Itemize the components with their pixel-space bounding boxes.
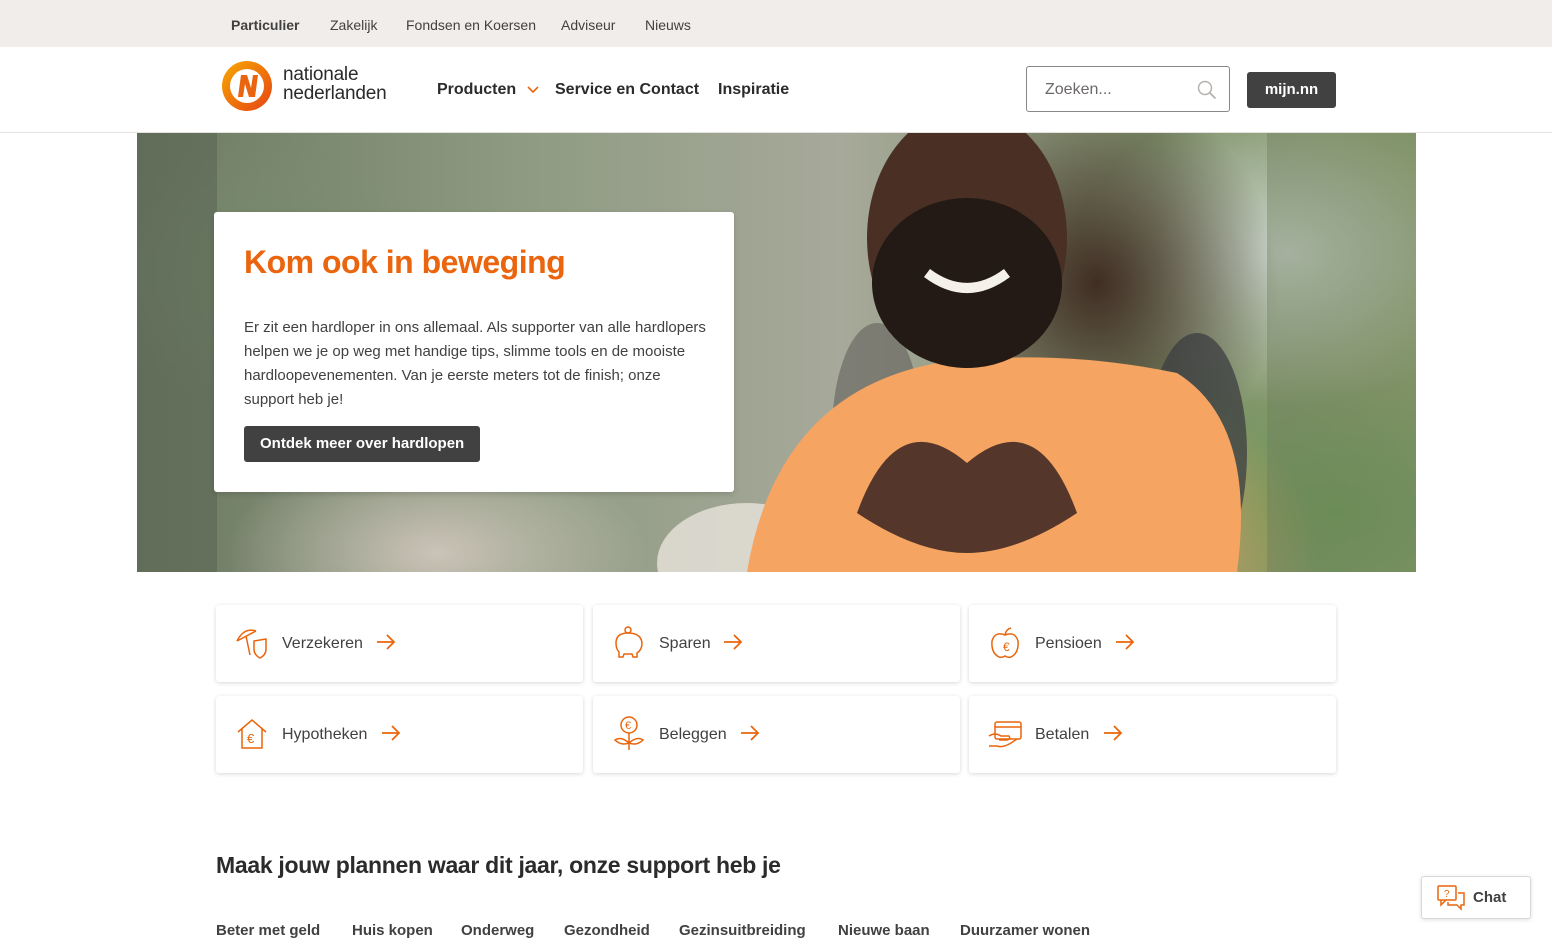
arrow-right-icon	[377, 634, 396, 650]
arrow-right-icon	[1116, 634, 1135, 650]
hero-cta-button[interactable]: Ontdek meer over hardlopen	[244, 426, 481, 462]
svg-text:€: €	[625, 720, 631, 732]
search-box	[1026, 66, 1230, 112]
tile-verzekeren[interactable]: Verzekeren	[216, 605, 583, 682]
category-tab-gezondheid[interactable]: Gezondheid	[564, 921, 650, 941]
category-tab-duurzamer-wonen[interactable]: Duurzamer wonen	[960, 921, 1090, 941]
house-euro-icon: €	[237, 719, 267, 749]
search-input[interactable]	[1043, 79, 1197, 101]
topnav-particulier[interactable]: Particulier	[231, 15, 299, 35]
tile-betalen[interactable]: Betalen	[969, 696, 1336, 773]
logo-wordmark: nationale nederlanden	[283, 64, 387, 104]
arrow-right-icon	[382, 725, 401, 741]
tile-label: Beleggen	[659, 726, 727, 743]
category-tab-nieuwe-baan[interactable]: Nieuwe baan	[838, 921, 930, 941]
hero-title: Kom ook in beweging	[244, 244, 566, 280]
tile-label: Hypotheken	[282, 726, 368, 743]
arrow-right-icon	[724, 634, 743, 650]
svg-text:€: €	[1003, 640, 1010, 654]
arrow-right-icon	[1104, 725, 1123, 741]
chat-label: Chat	[1473, 889, 1507, 906]
tile-label: Betalen	[1035, 726, 1090, 743]
svg-text:€: €	[247, 731, 255, 746]
nav-inspiratie[interactable]: Inspiratie	[718, 80, 789, 100]
category-tab-huis-kopen[interactable]: Huis kopen	[352, 921, 433, 941]
piggy-bank-icon	[615, 626, 643, 658]
category-tab-gezinsuitbreiding[interactable]: Gezinsuitbreiding	[679, 921, 806, 941]
topnav-adviseur[interactable]: Adviseur	[561, 15, 615, 35]
tile-pensioen[interactable]: € Pensioen	[969, 605, 1336, 682]
topnav-fondsen-en-koersen[interactable]: Fondsen en Koersen	[406, 15, 536, 35]
logo-line-2: nederlanden	[283, 83, 387, 104]
mijn-nn-button[interactable]: mijn.nn	[1247, 72, 1336, 108]
search-icon[interactable]	[1197, 80, 1217, 100]
logo[interactable]: nationale nederlanden	[221, 59, 401, 115]
topnav-zakelijk[interactable]: Zakelijk	[330, 15, 377, 35]
umbrella-shield-icon	[236, 629, 267, 659]
euro-plant-icon: €	[613, 716, 645, 750]
hero-body: Er zit een hardloper in ons allemaal. Al…	[244, 319, 706, 408]
tile-hypotheken[interactable]: € Hypotheken	[216, 696, 583, 773]
svg-text:?: ?	[1444, 889, 1450, 900]
category-tab-onderweg[interactable]: Onderweg	[461, 921, 534, 941]
apple-euro-icon: €	[991, 627, 1019, 659]
chevron-down-icon	[527, 86, 539, 93]
hero-card: Kom ook in beweging Er zit een hardloper…	[214, 212, 734, 492]
tile-label: Verzekeren	[282, 635, 363, 652]
topnav-nieuws[interactable]: Nieuws	[645, 15, 691, 35]
tile-label: Pensioen	[1035, 635, 1102, 652]
tile-sparen[interactable]: Sparen	[593, 605, 960, 682]
nn-logo-icon	[222, 61, 272, 111]
top-bar: Particulier Zakelijk Fondsen en Koersen …	[0, 0, 1552, 47]
main-header: nationale nederlanden Producten Service …	[0, 47, 1552, 133]
tile-label: Sparen	[659, 635, 711, 652]
logo-line-1: nationale	[283, 64, 359, 85]
chat-button[interactable]: ? Chat	[1421, 876, 1531, 919]
nav-service-en-contact[interactable]: Service en Contact	[555, 80, 699, 100]
category-tab-beter-met-geld[interactable]: Beter met geld	[216, 921, 320, 941]
chat-bubble-icon: ?	[1437, 885, 1465, 911]
tile-beleggen[interactable]: € Beleggen	[593, 696, 960, 773]
section-title: Maak jouw plannen waar dit jaar, onze su…	[216, 852, 781, 878]
nav-producten-label: Producten	[437, 81, 517, 98]
card-hand-icon	[988, 721, 1022, 748]
nav-producten[interactable]: Producten	[437, 80, 539, 100]
arrow-right-icon	[741, 725, 760, 741]
